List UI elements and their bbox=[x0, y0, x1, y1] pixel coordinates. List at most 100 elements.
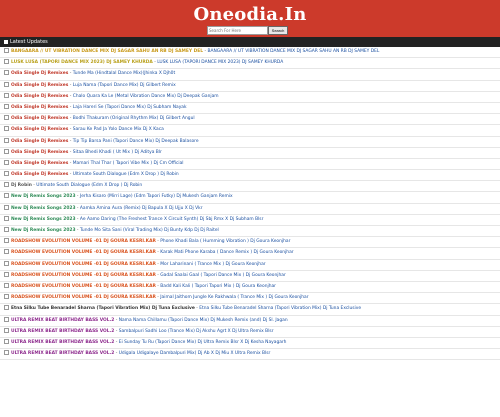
list-item[interactable]: Odia Single Dj Remixes - Mamari Thal Tha… bbox=[0, 159, 500, 171]
item-category[interactable]: Odia Single Dj Remixes bbox=[11, 150, 68, 155]
item-title-link[interactable]: Chalo Quara Ka Le (Metal Vibration Dance… bbox=[73, 94, 219, 99]
item-category[interactable]: Odia Single Dj Remixes bbox=[11, 127, 68, 132]
list-item[interactable]: Odia Single Dj Remixes - Chalo Quara Ka … bbox=[0, 92, 500, 103]
item-title-link[interactable]: Badd Kali Kali ( Tapori Tapori Mix ) Dj … bbox=[160, 284, 276, 289]
item-category[interactable]: New Dj Remix Songs 2023 bbox=[11, 217, 76, 222]
bullet-icon bbox=[4, 260, 9, 266]
list-item[interactable]: Etna Silku Tube Benaradel Sharna (Tapori… bbox=[0, 304, 500, 316]
list-item[interactable]: ROADSHOW EVOLUTION VOLUME -01 DJ GOURA K… bbox=[0, 248, 500, 260]
item-title-link[interactable]: LUSK LUSA (TAPORI DANCE MIX 2023) DJ SAM… bbox=[157, 60, 283, 65]
item-category[interactable]: ROADSHOW EVOLUTION VOLUME -01 DJ GOURA K… bbox=[11, 239, 156, 244]
bullet-icon bbox=[4, 171, 9, 177]
item-category[interactable]: ROADSHOW EVOLUTION VOLUME -01 DJ GOURA K… bbox=[11, 284, 156, 289]
list-item[interactable]: Odia Single Dj Remixes - Ultimate South … bbox=[0, 170, 500, 182]
item-title-link[interactable]: Tip Tip Barsa Pani (Tapori Dance Mix) Dj… bbox=[73, 139, 199, 144]
item-title-link[interactable]: Mor Laharinani ( Trance Mix ) Dj Goura K… bbox=[160, 262, 265, 267]
list-item[interactable]: Dj Robin - Ultimate South Dialogue (Edm … bbox=[0, 181, 500, 193]
item-category[interactable]: New Dj Remix Songs 2023 bbox=[11, 228, 76, 233]
list-item[interactable]: ULTRA REMIX BEAT BIRTHDAY BASS VOL.2 - U… bbox=[0, 349, 500, 361]
item-category[interactable]: ULTRA REMIX BEAT BIRTHDAY BASS VOL.2 bbox=[11, 351, 114, 356]
list-item[interactable]: LUSK LUSA (TAPORI DANCE MIX 2023) DJ SAM… bbox=[0, 58, 500, 70]
item-category[interactable]: ROADSHOW EVOLUTION VOLUME -01 DJ GOURA K… bbox=[11, 262, 156, 267]
item-category[interactable]: ULTRA REMIX BEAT BIRTHDAY BASS VOL.2 bbox=[11, 340, 114, 345]
item-title-link[interactable]: Jaimal Jaithom Jungle Ke Rakhwala ( Tran… bbox=[160, 295, 308, 300]
item-title-link[interactable]: Sitaa Bhedi Khadi ( Ut Mix ) Dj Aditya B… bbox=[73, 150, 162, 155]
item-title-link[interactable]: Ultimate South Dialogue (Edm X Drop ) Dj… bbox=[73, 172, 179, 177]
item-title-link[interactable]: Etna Silku Tube Benaradel Sharna (Tapori… bbox=[199, 306, 361, 311]
list-item[interactable]: ROADSHOW EVOLUTION VOLUME -01 DJ GOURA K… bbox=[0, 282, 500, 294]
list-item[interactable]: Odia Single Dj Remixes - Tunde Ma (Hindt… bbox=[0, 69, 500, 81]
item-title-link[interactable]: Luja Nama (Tapori Dance Mix) Dj Gilbert … bbox=[73, 83, 176, 88]
item-category[interactable]: Odia Single Dj Remixes bbox=[11, 172, 68, 177]
item-title-link[interactable]: Jerha Kisaro (Mirri Lage) (Edm Tapori Fu… bbox=[80, 194, 233, 199]
bullet-icon bbox=[4, 159, 9, 165]
list-item[interactable]: ULTRA REMIX BEAT BIRTHDAY BASS VOL.2 - E… bbox=[0, 338, 500, 350]
list-item[interactable]: New Dj Remix Songs 2023 - Aamka Amina Au… bbox=[0, 204, 500, 215]
item-category[interactable]: Odia Single Dj Remixes bbox=[11, 105, 68, 110]
item-category[interactable]: ULTRA REMIX BEAT BIRTHDAY BASS VOL.2 bbox=[11, 318, 114, 323]
list-item[interactable]: Odia Single Dj Remixes - Luja Nama (Tapo… bbox=[0, 81, 500, 92]
item-title-link[interactable]: Phone Khadi Bala ( Humming Vibration ) D… bbox=[160, 239, 290, 244]
item-title-link[interactable]: Ei Sunday Tu Ru (Tapori Dance Mix) Dj Ul… bbox=[119, 340, 287, 345]
list-icon bbox=[4, 40, 8, 44]
list-item[interactable]: ROADSHOW EVOLUTION VOLUME -01 DJ GOURA K… bbox=[0, 271, 500, 282]
list-item[interactable]: New Dj Remix Songs 2023 - Tunde Mo Sita … bbox=[0, 226, 500, 238]
item-category[interactable]: BANGAARA // UT VIBRATION DANCE MIX DJ SA… bbox=[11, 49, 203, 54]
list-item[interactable]: BANGAARA // UT VIBRATION DANCE MIX DJ SA… bbox=[0, 47, 500, 59]
item-category[interactable]: LUSK LUSA (TAPORI DANCE MIX 2023) DJ SAM… bbox=[11, 60, 153, 65]
site-logo[interactable]: Oneodia.In bbox=[0, 4, 500, 25]
list-item[interactable]: ULTRA REMIX BEAT BIRTHDAY BASS VOL.2 - S… bbox=[0, 327, 500, 338]
item-category[interactable]: New Dj Remix Songs 2023 bbox=[11, 206, 76, 211]
list-item[interactable]: New Dj Remix Songs 2023 - Ae Aamo Daring… bbox=[0, 215, 500, 226]
list-item[interactable]: Odia Single Dj Remixes - Tip Tip Barsa P… bbox=[0, 137, 500, 148]
item-category[interactable]: ROADSHOW EVOLUTION VOLUME -01 DJ GOURA K… bbox=[11, 295, 156, 300]
list-item[interactable]: ROADSHOW EVOLUTION VOLUME -01 DJ GOURA K… bbox=[0, 237, 500, 249]
updates-list: BANGAARA // UT VIBRATION DANCE MIX DJ SA… bbox=[0, 47, 500, 361]
item-category[interactable]: Odia Single Dj Remixes bbox=[11, 71, 68, 76]
bullet-icon bbox=[4, 137, 9, 143]
site-header: Oneodia.In Search bbox=[0, 0, 500, 37]
item-title-link[interactable]: Sambalpuri Sadhi Loo (Trance Mix) Dj Aks… bbox=[119, 329, 274, 334]
bullet-icon bbox=[4, 305, 9, 311]
item-title-link[interactable]: Udigala Udigalaye Dambalpuri Mix) Dj Ab … bbox=[119, 351, 271, 356]
item-category[interactable]: Odia Single Dj Remixes bbox=[11, 83, 68, 88]
bullet-icon bbox=[4, 316, 9, 322]
item-title-link[interactable]: Ultimate South Dialogue (Edm X Drop ) Dj… bbox=[36, 183, 142, 188]
item-title-link[interactable]: Karak Mati Phone Karaba ( Dance Remix ) … bbox=[160, 250, 293, 255]
item-title-link[interactable]: Ae Aamo Daring (The Freshest Trance X Ci… bbox=[80, 217, 263, 222]
bullet-icon bbox=[4, 193, 9, 199]
list-item[interactable]: Odia Single Dj Remixes - Laja Hareri Se … bbox=[0, 103, 500, 115]
item-title-link[interactable]: Gadal Saalai Gaal ( Tapori Dance Mix ) D… bbox=[160, 273, 286, 278]
list-item[interactable]: Odia Single Dj Remixes - Sitaa Bhedi Kha… bbox=[0, 148, 500, 159]
item-title-link[interactable]: Tunde Ma (Hindtalal Dance Mix)(Jhinka X … bbox=[73, 71, 175, 76]
search-button[interactable]: Search bbox=[268, 26, 288, 35]
list-item[interactable]: Odia Single Dj Remixes - Sarau Ke Pad Ja… bbox=[0, 125, 500, 137]
item-title-link[interactable]: Sarau Ke Pad Ja Yolo Dance Mix Dj X Kaca bbox=[73, 127, 164, 132]
item-category[interactable]: New Dj Remix Songs 2023 bbox=[11, 194, 76, 199]
list-item[interactable]: ULTRA REMIX BEAT BIRTHDAY BASS VOL.2 - N… bbox=[0, 316, 500, 327]
item-title-link[interactable]: Mamari Thal Thar ( Tapori Vibe Mix ) Dj … bbox=[73, 161, 184, 166]
item-title-link[interactable]: Laja Hareri Se (Tapori Dance Mix) Dj Sub… bbox=[73, 105, 187, 110]
item-title-link[interactable]: Bodhi Thakuram (Original Rhythm Mix) Dj … bbox=[73, 116, 195, 121]
item-title-link[interactable]: BANGAARA // UT VIBRATION DANCE MIX DJ SA… bbox=[207, 49, 379, 54]
item-category[interactable]: Odia Single Dj Remixes bbox=[11, 139, 68, 144]
list-item[interactable]: ROADSHOW EVOLUTION VOLUME -01 DJ GOURA K… bbox=[0, 293, 500, 305]
item-category[interactable]: ROADSHOW EVOLUTION VOLUME -01 DJ GOURA K… bbox=[11, 250, 156, 255]
list-item[interactable]: ROADSHOW EVOLUTION VOLUME -01 DJ GOURA K… bbox=[0, 260, 500, 271]
item-category[interactable]: Etna Silku Tube Benaradel Sharna (Tapori… bbox=[11, 306, 195, 311]
item-category[interactable]: ULTRA REMIX BEAT BIRTHDAY BASS VOL.2 bbox=[11, 329, 114, 334]
list-item[interactable]: Odia Single Dj Remixes - Bodhi Thakuram … bbox=[0, 114, 500, 126]
item-category[interactable]: ROADSHOW EVOLUTION VOLUME -01 DJ GOURA K… bbox=[11, 273, 156, 278]
search-input[interactable] bbox=[207, 26, 268, 35]
item-title-link[interactable]: Aamka Amina Aura (Remix) Dj Bapula X Dj … bbox=[80, 206, 203, 211]
item-category[interactable]: Odia Single Dj Remixes bbox=[11, 161, 68, 166]
bullet-icon bbox=[4, 115, 9, 121]
item-category[interactable]: Dj Robin bbox=[11, 183, 32, 188]
list-item[interactable]: New Dj Remix Songs 2023 - Jerha Kisaro (… bbox=[0, 192, 500, 204]
item-category[interactable]: Odia Single Dj Remixes bbox=[11, 116, 68, 121]
bullet-icon bbox=[4, 126, 9, 132]
item-title-link[interactable]: Nama Nama Chillamu (Tapori Dance Mix) Dj… bbox=[119, 318, 288, 323]
item-title-link[interactable]: Tunde Mo Sita Sani (Viral Trading Mix) D… bbox=[80, 228, 219, 233]
bullet-icon bbox=[4, 59, 9, 65]
item-category[interactable]: Odia Single Dj Remixes bbox=[11, 94, 68, 99]
